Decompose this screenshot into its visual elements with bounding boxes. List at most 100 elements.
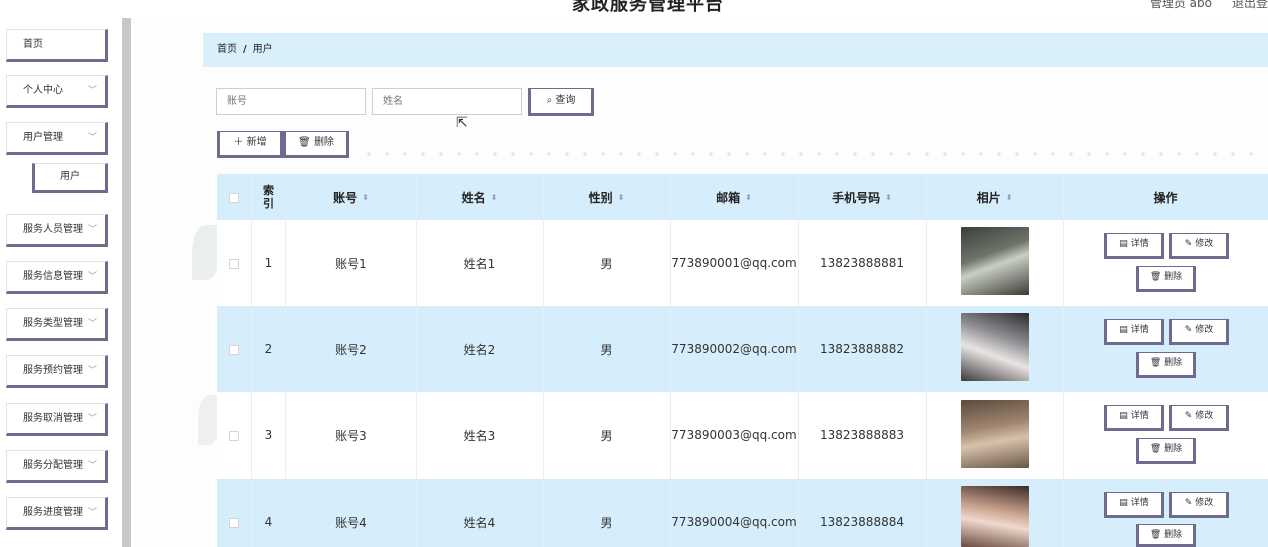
logout-link[interactable]: 退出登 (1232, 0, 1268, 11)
cell-account: 账号1 (335, 256, 367, 271)
column-header-email[interactable]: 邮箱 ⬍ (670, 174, 798, 220)
chevron-down-icon: ﹀ (87, 366, 97, 376)
chevron-down-icon: ﹀ (87, 414, 97, 424)
sidebar-item-service-assign[interactable]: 服务分配管理 ﹀ (6, 450, 108, 483)
trash-icon: 🗑 (298, 137, 311, 148)
breadcrumb-home[interactable]: 首页 (217, 44, 237, 55)
sort-icon[interactable]: ⬍ (1006, 193, 1013, 202)
delete-button[interactable]: 🗑 删除 (1136, 266, 1196, 292)
cell-name: 姓名3 (463, 428, 496, 443)
cell-index: 4 (264, 515, 273, 529)
sidebar-item-label: 服务进度管理 (23, 507, 83, 518)
row-checkbox[interactable] (229, 518, 239, 528)
add-button-label: 新增 (246, 137, 267, 148)
user-info: 管理员 abo (1149, 0, 1212, 10)
cell-index: 3 (264, 428, 273, 442)
row-checkbox[interactable] (229, 259, 239, 269)
trash-icon: 🗑 (1149, 272, 1162, 282)
chevron-down-icon: ﹀ (87, 86, 97, 96)
detail-button[interactable]: ▤ 详情 (1104, 233, 1164, 259)
user-photo (961, 400, 1029, 468)
sidebar-item-label: 首页 (23, 39, 43, 50)
cell-gender: 男 (600, 428, 613, 443)
detail-button[interactable]: ▤ 详情 (1104, 492, 1164, 518)
user-photo (961, 227, 1029, 295)
delete-button[interactable]: 🗑 删除 (1136, 524, 1196, 547)
cell-gender: 男 (600, 515, 613, 530)
document-icon: ▤ (1119, 239, 1128, 249)
edit-button[interactable]: ✎ 修改 (1169, 492, 1229, 518)
cell-name: 姓名4 (463, 515, 496, 530)
mouse-cursor-icon: ⇱ (456, 115, 468, 131)
column-header-index: 索引 (263, 184, 274, 210)
document-icon: ▤ (1119, 411, 1128, 421)
sort-icon[interactable]: ⬍ (362, 193, 369, 202)
edit-button[interactable]: ✎ 修改 (1169, 233, 1229, 259)
sidebar-item-service-progress[interactable]: 服务进度管理 ﹀ (6, 497, 108, 530)
pencil-icon: ✎ (1184, 411, 1193, 421)
breadcrumb: 首页 / 用户 (203, 33, 1268, 67)
user-photo (961, 313, 1029, 381)
row-checkbox[interactable] (229, 431, 239, 441)
sidebar-item-service-cancel[interactable]: 服务取消管理 ﹀ (6, 403, 108, 436)
sidebar-item-staff-management[interactable]: 服务人员管理 ﹀ (6, 214, 108, 247)
top-header: 家政服务管理平台 管理员 abo 退出登 (0, 0, 1268, 18)
delete-button[interactable]: 🗑 删除 (1136, 352, 1196, 378)
chevron-down-icon: ﹀ (87, 133, 97, 143)
column-header-gender[interactable]: 性别 ⬍ (543, 174, 670, 220)
search-icon: ⌕ (546, 95, 553, 106)
sort-icon[interactable]: ⬍ (618, 193, 625, 202)
account-search-input[interactable] (216, 88, 366, 115)
sort-icon[interactable]: ⬍ (745, 193, 752, 202)
sidebar-item-service-info[interactable]: 服务信息管理 ﹀ (6, 261, 108, 294)
chevron-down-icon: ﹀ (87, 319, 97, 329)
trash-icon: 🗑 (1149, 530, 1162, 540)
row-checkbox[interactable] (229, 345, 239, 355)
edit-button[interactable]: ✎ 修改 (1169, 319, 1229, 345)
sidebar-item-label: 服务人员管理 (23, 224, 83, 235)
chevron-down-icon: ﹀ (87, 272, 97, 282)
name-search-input[interactable] (372, 88, 522, 115)
sidebar-item-personal-center[interactable]: 个人中心 ﹀ (6, 75, 108, 108)
sidebar-item-label: 服务类型管理 (23, 318, 83, 329)
breadcrumb-current: 用户 (252, 44, 273, 55)
user-photo (961, 486, 1029, 547)
cell-account: 账号4 (335, 515, 367, 530)
batch-delete-button[interactable]: 🗑 删除 (283, 131, 349, 158)
sort-icon[interactable]: ⬍ (491, 193, 498, 202)
detail-button[interactable]: ▤ 详情 (1104, 319, 1164, 345)
cell-index: 2 (264, 342, 273, 356)
sidebar-item-label: 个人中心 (23, 85, 63, 96)
cell-account: 账号2 (335, 342, 367, 357)
cell-name: 姓名1 (463, 256, 496, 271)
background-leaf (192, 225, 220, 280)
column-header-phone[interactable]: 手机号码 ⬍ (798, 174, 926, 220)
sidebar-item-home[interactable]: 首页 (6, 29, 108, 62)
column-header-photo[interactable]: 相片 ⬍ (926, 174, 1063, 220)
sort-icon[interactable]: ⬍ (885, 193, 892, 202)
detail-button[interactable]: ▤ 详情 (1104, 405, 1164, 431)
trash-icon: 🗑 (1149, 358, 1162, 368)
query-button[interactable]: ⌕ 查询 (528, 88, 594, 116)
breadcrumb-separator: / (243, 44, 247, 55)
cell-phone: 13823888884 (820, 515, 904, 529)
sidebar-item-label: 服务预约管理 (23, 365, 83, 376)
sidebar-item-service-booking[interactable]: 服务预约管理 ﹀ (6, 355, 108, 388)
cell-email: 773890004@qq.com (671, 515, 797, 529)
column-header-account[interactable]: 账号 ⬍ (286, 174, 416, 220)
sidebar-item-label: 用户管理 (23, 132, 63, 143)
add-button[interactable]: ＋ 新增 (217, 131, 283, 158)
sidebar-subitem-user[interactable]: 用户 (32, 163, 108, 193)
column-divider (1063, 174, 1064, 547)
sidebar-item-label: 服务信息管理 (23, 271, 83, 282)
sidebar-item-user-management[interactable]: 用户管理 ﹀ (6, 122, 108, 155)
sidebar-item-service-type[interactable]: 服务类型管理 ﹀ (6, 308, 108, 341)
cell-phone: 13823888883 (820, 428, 904, 442)
column-header-name[interactable]: 姓名 ⬍ (416, 174, 543, 220)
plus-icon: ＋ (233, 137, 244, 148)
delete-button[interactable]: 🗑 删除 (1136, 438, 1196, 464)
edit-button[interactable]: ✎ 修改 (1169, 405, 1229, 431)
select-all-checkbox[interactable] (229, 193, 239, 203)
chevron-down-icon: ﹀ (87, 225, 97, 235)
sidebar-scrollbar[interactable] (122, 18, 131, 547)
